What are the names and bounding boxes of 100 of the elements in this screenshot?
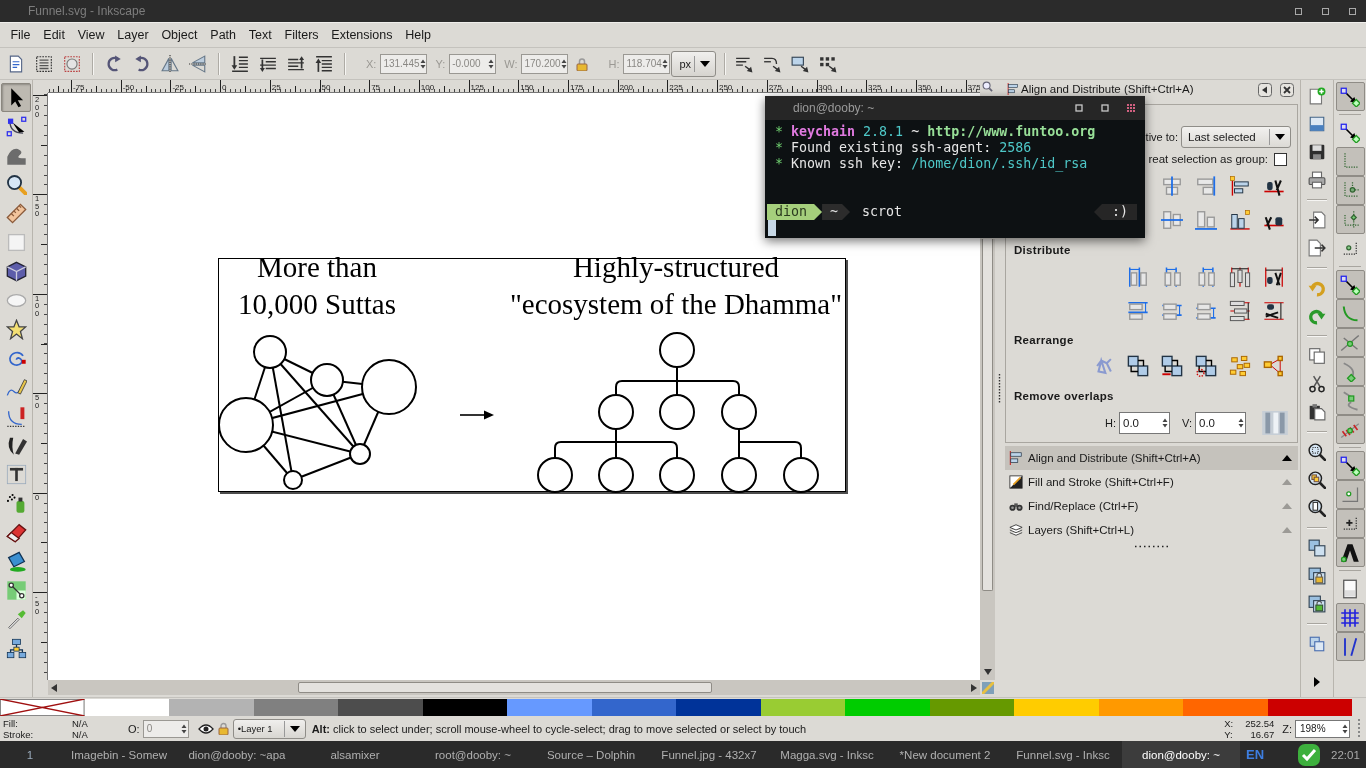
- checkbox[interactable]: [1274, 152, 1287, 166]
- dock-tab[interactable]: Find/Replace (Ctrl+F): [1005, 494, 1298, 518]
- snap-toggle-button[interactable]: [1335, 147, 1365, 176]
- swatch-icon[interactable]: [1098, 699, 1183, 716]
- grip-icon[interactable]: [997, 373, 1001, 404]
- number-field[interactable]: 0.0: [1119, 412, 1170, 434]
- padlock-icon[interactable]: [217, 722, 229, 735]
- raise-icon[interactable]: [287, 54, 305, 73]
- padlock-icon[interactable]: [576, 56, 589, 71]
- page-arrow-icon[interactable]: [1308, 211, 1326, 229]
- menu-item[interactable]: Help: [398, 27, 438, 43]
- distribute-vertical-icon[interactable]: [1195, 300, 1217, 322]
- distribute-horizontal-icon[interactable]: [1161, 266, 1183, 288]
- swatch-icon[interactable]: [591, 699, 676, 716]
- menu-item[interactable]: View: [71, 27, 111, 43]
- align-bottom-icon[interactable]: [1195, 209, 1217, 231]
- clipboard-icon[interactable]: [1308, 403, 1326, 421]
- check-icon[interactable]: [1297, 742, 1322, 767]
- swatch-icon[interactable]: [84, 699, 169, 716]
- printer-icon[interactable]: [1308, 171, 1326, 189]
- snap-toggle-button[interactable]: [1335, 415, 1365, 444]
- dock-tab[interactable]: Layers (Shift+Ctrl+L): [1005, 518, 1298, 542]
- connected-squares-icon[interactable]: [1263, 355, 1285, 377]
- snap-toggle-button[interactable]: [1335, 205, 1365, 234]
- page-arrow-icon[interactable]: [1308, 239, 1326, 257]
- snap-toggle-button[interactable]: [1335, 270, 1365, 299]
- layer-dropdown[interactable]: •Layer 1: [232, 718, 306, 739]
- taskbar-button[interactable]: root@dooby: ~: [414, 741, 532, 768]
- lower-to-bottom-icon[interactable]: [231, 54, 249, 73]
- snap-toggle-button[interactable]: [1335, 82, 1365, 111]
- menu-item[interactable]: File: [4, 27, 37, 43]
- distribute-vertical-icon[interactable]: [1127, 300, 1149, 322]
- snap-toggle-button[interactable]: [1335, 386, 1365, 415]
- scrollbar-thumb[interactable]: [298, 682, 712, 693]
- swap-squares-icon[interactable]: [1195, 355, 1217, 377]
- window-control-icon[interactable]: [1101, 104, 1109, 112]
- snap-toggle-button[interactable]: [1335, 480, 1365, 509]
- magnifier-icon[interactable]: [1308, 499, 1326, 517]
- align-center-icon[interactable]: [1161, 175, 1183, 197]
- tool-button[interactable]: [1, 83, 31, 112]
- magnifier-icon[interactable]: [1308, 443, 1326, 461]
- taskbar-button[interactable]: alsamixer: [296, 741, 414, 768]
- number-field[interactable]: 0.0: [1195, 412, 1246, 434]
- horizontal-scrollbar[interactable]: [48, 680, 980, 695]
- swatch-icon[interactable]: [338, 699, 423, 716]
- swatch-icon[interactable]: [929, 699, 1014, 716]
- snap-toggle-button[interactable]: [1335, 357, 1365, 386]
- menu-item[interactable]: Path: [203, 27, 243, 43]
- anchor-boxes-icon[interactable]: [1229, 175, 1251, 197]
- scrollbar-thumb[interactable]: [982, 239, 993, 591]
- grip-icon[interactable]: [1134, 545, 1169, 548]
- squares-padlock-icon[interactable]: [1308, 567, 1326, 585]
- swap-squares-icon[interactable]: [1127, 355, 1149, 377]
- align-right-icon[interactable]: [1195, 175, 1217, 197]
- snap-toggle-button[interactable]: [1335, 509, 1365, 538]
- squares-icon[interactable]: [1308, 635, 1326, 653]
- window-control-icon[interactable]: [1349, 7, 1356, 15]
- taskbar-button[interactable]: Funnel.jpg - 432x7: [650, 741, 768, 768]
- relative-to-dropdown[interactable]: Last selected: [1181, 126, 1291, 148]
- gap-spacing-icon[interactable]: [1229, 266, 1251, 288]
- window-control-icon[interactable]: [1075, 104, 1083, 112]
- taskbar-button[interactable]: dion@dooby: ~: [1122, 741, 1240, 768]
- node-graph-icon[interactable]: [1093, 355, 1115, 377]
- distribute-vertical-icon[interactable]: [1161, 300, 1183, 322]
- squares-icon[interactable]: [1308, 539, 1326, 557]
- snap-toggle-button[interactable]: [1335, 538, 1365, 567]
- swatch-icon[interactable]: [169, 699, 254, 716]
- select-all-layers-icon[interactable]: [63, 54, 81, 73]
- snap-toggle-button[interactable]: [1335, 328, 1365, 357]
- distribute-horizontal-icon[interactable]: [1195, 266, 1217, 288]
- dock-tab[interactable]: Fill and Stroke (Shift+Ctrl+F): [1005, 470, 1298, 494]
- swatch-icon[interactable]: [422, 699, 507, 716]
- new-document-icon[interactable]: [1308, 87, 1326, 105]
- scattered-squares-icon[interactable]: [1229, 355, 1251, 377]
- dock-tab[interactable]: Align and Distribute (Shift+Ctrl+A): [1005, 446, 1298, 470]
- gap-spacing-icon[interactable]: [1229, 300, 1251, 322]
- eye-icon[interactable]: [197, 723, 214, 734]
- document-icon[interactable]: [1308, 115, 1326, 133]
- snap-toggle-button[interactable]: [1335, 603, 1365, 632]
- taskbar-button[interactable]: Source – Dolphin: [532, 741, 650, 768]
- taskbar-button[interactable]: Funnel.svg - Inksc: [1004, 741, 1122, 768]
- window-control-icon[interactable]: [1322, 7, 1329, 15]
- magnifier-icon[interactable]: [1308, 471, 1326, 489]
- pattern-arrow-icon[interactable]: [819, 54, 838, 73]
- workspace-number[interactable]: 1: [0, 748, 60, 761]
- menu-item[interactable]: Filters: [278, 27, 325, 43]
- swatch-icon[interactable]: [845, 699, 930, 716]
- swatch-icon[interactable]: [1183, 699, 1268, 716]
- dots-grid-icon[interactable]: [1127, 104, 1135, 112]
- scissors-icon[interactable]: [1308, 375, 1326, 393]
- distribute-horizontal-icon[interactable]: [1127, 266, 1149, 288]
- menu-item[interactable]: Edit: [36, 27, 72, 43]
- flip-vertical-icon[interactable]: [189, 54, 207, 73]
- scroll-arrow-icon[interactable]: [51, 683, 57, 692]
- taskbar-button[interactable]: *New document 2: [886, 741, 1004, 768]
- document-icon[interactable]: [7, 54, 25, 73]
- select-all-icon[interactable]: [35, 54, 53, 73]
- text-spacing-icon[interactable]: [1263, 266, 1285, 288]
- menu-item[interactable]: Text: [242, 27, 279, 43]
- vertical-scrollbar[interactable]: [980, 239, 995, 680]
